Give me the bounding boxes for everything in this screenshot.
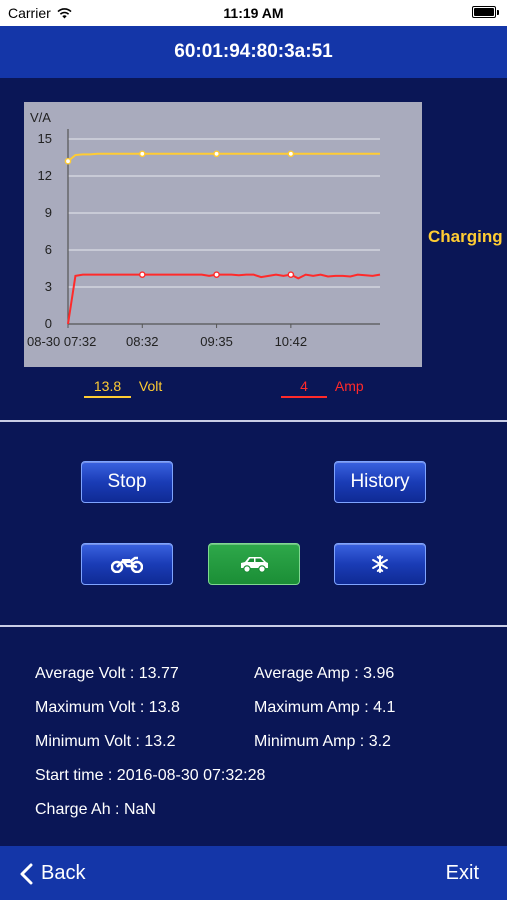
snowflake-icon (372, 555, 388, 573)
amp-point (138, 271, 146, 278)
x-tick-label: 10:42 (275, 334, 308, 349)
divider-top (0, 420, 507, 422)
voltage-current-chart: 0 3 6 9 12 15 V/A 08-30 07:32 08:32 09:35 10:42 (24, 102, 422, 367)
nav-bar: 60:01:94:80:3a:51 (0, 26, 507, 78)
divider-bottom (0, 625, 507, 627)
y-tick-label: 12 (38, 168, 52, 183)
status-bar: Carrier 11:19 AM (0, 0, 507, 26)
volt-series-line (67, 152, 380, 162)
chevron-left-icon (20, 863, 33, 884)
amp-readout: 4 Amp (281, 378, 364, 398)
y-tick-label: 6 (45, 242, 52, 257)
charge-ah: Charge Ah : NaN (35, 801, 156, 818)
volt-readout: 13.8 Volt (84, 378, 162, 398)
volt-value: 13.8 (84, 378, 131, 398)
average-amp: Average Amp : 3.96 (254, 665, 395, 682)
maximum-amp: Maximum Amp : 4.1 (254, 699, 396, 716)
x-tick-label: 08-30 07:32 (27, 334, 96, 349)
volt-unit: Volt (138, 378, 163, 394)
amp-point (213, 271, 220, 278)
exit-button[interactable]: Exit (446, 862, 479, 885)
amp-unit: Amp (334, 378, 364, 394)
minimum-amp: Minimum Amp : 3.2 (254, 733, 391, 750)
x-tick-label: 08:32 (126, 334, 159, 349)
volt-point (138, 150, 146, 158)
x-tick-label: 09:35 (200, 334, 233, 349)
motorcycle-icon (111, 556, 143, 573)
chart-svg: 0 3 6 9 12 15 V/A 08-30 07:32 08:32 09:35 10:42 (27, 110, 381, 349)
y-tick-label: 9 (45, 205, 52, 220)
average-volt: Average Volt : 13.77 (35, 665, 179, 682)
amp-point (287, 271, 295, 278)
stop-button[interactable]: Stop (81, 461, 173, 503)
status-time: 11:19 AM (223, 5, 284, 21)
back-label: Back (41, 862, 86, 884)
mode-snowflake-button[interactable] (334, 543, 426, 585)
car-icon (241, 557, 268, 573)
volt-point (213, 150, 220, 158)
maximum-volt: Maximum Volt : 13.8 (35, 699, 180, 716)
device-title: 60:01:94:80:3a:51 (174, 41, 333, 62)
y-axis-label: V/A (30, 110, 51, 125)
amp-series-line (67, 273, 381, 325)
battery-icon (472, 6, 499, 18)
amp-value: 4 (281, 378, 327, 398)
minimum-volt: Minimum Volt : 13.2 (35, 733, 176, 750)
mode-car-button[interactable] (208, 543, 300, 585)
charging-status: Charging (428, 227, 503, 246)
volt-point (64, 157, 72, 165)
y-tick-label: 3 (45, 279, 52, 294)
history-button[interactable]: History (334, 461, 426, 503)
back-button[interactable]: Back (20, 862, 85, 885)
start-time: Start time : 2016-08-30 07:32:28 (35, 767, 266, 784)
y-tick-label: 15 (38, 131, 52, 146)
y-tick-label: 0 (45, 316, 52, 331)
mode-motorcycle-button[interactable] (81, 543, 173, 585)
bottom-bar: Back Exit (0, 846, 507, 900)
volt-point (287, 150, 295, 158)
